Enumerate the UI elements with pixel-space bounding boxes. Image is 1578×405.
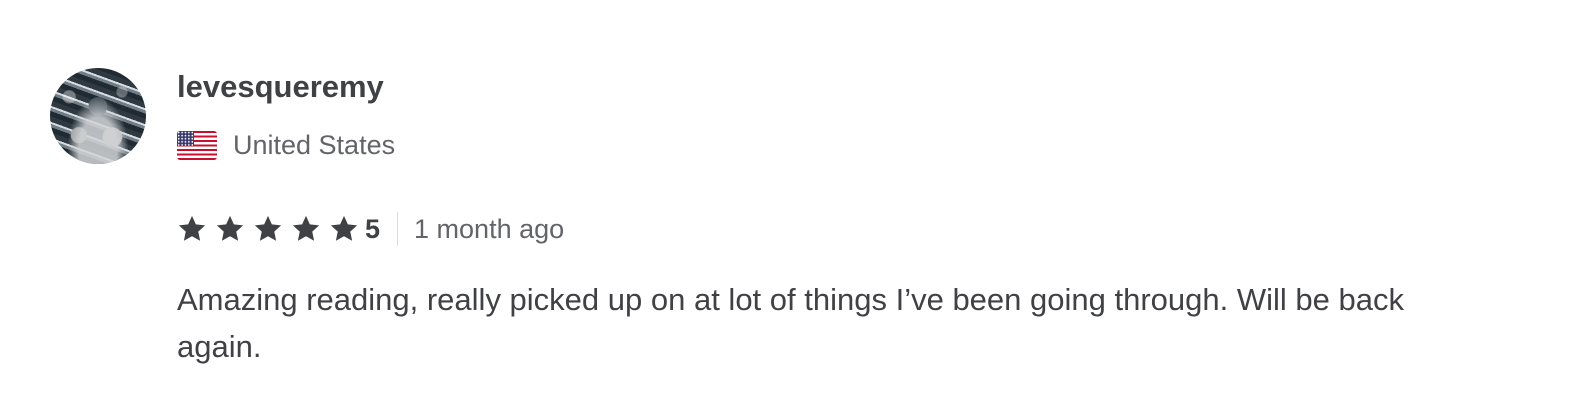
us-flag-icon bbox=[177, 130, 217, 160]
country-row: United States bbox=[177, 128, 395, 162]
star-icon bbox=[330, 215, 358, 241]
star-rating bbox=[177, 214, 365, 244]
country-label: United States bbox=[233, 130, 396, 160]
review-text: Amazing reading, really picked up on at … bbox=[177, 282, 1404, 364]
star-icon bbox=[292, 215, 320, 241]
username[interactable]: levesqueremy bbox=[177, 68, 384, 106]
rating-value: 5 bbox=[365, 214, 381, 244]
rating-row: 5 1 month ago bbox=[177, 212, 564, 246]
star-icon bbox=[178, 215, 206, 241]
divider bbox=[397, 212, 399, 246]
star-icon bbox=[254, 215, 282, 241]
review-time: 1 month ago bbox=[414, 214, 565, 244]
star-icon bbox=[216, 215, 244, 241]
avatar[interactable] bbox=[50, 68, 146, 164]
